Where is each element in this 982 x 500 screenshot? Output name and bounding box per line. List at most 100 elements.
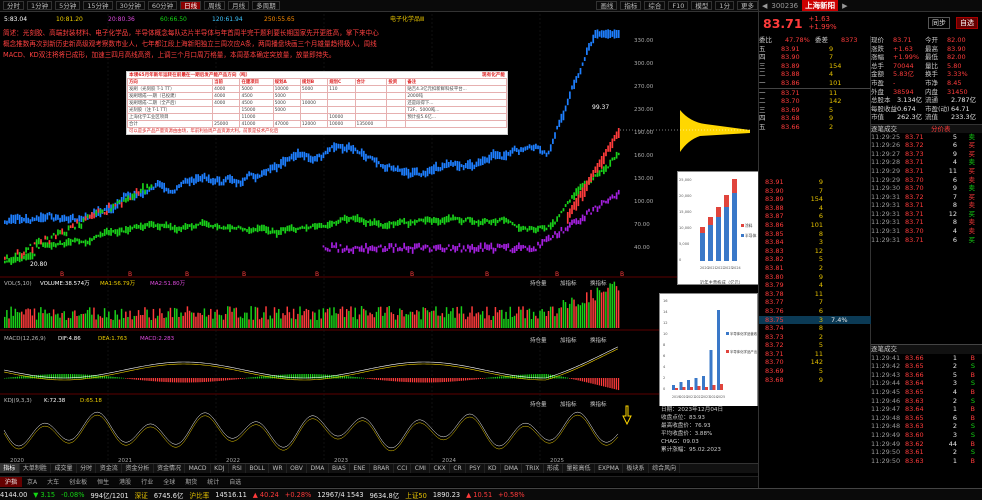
- ladder-row[interactable]: 83.70 142: [759, 358, 871, 367]
- indicator-tab[interactable]: RSI: [229, 464, 247, 473]
- indicator-tab[interactable]: CMI: [411, 464, 431, 473]
- buy-level[interactable]: 一 83.71 11: [759, 89, 870, 98]
- ladder-row[interactable]: 83.85 8: [759, 230, 871, 239]
- tool-button[interactable]: 指标: [620, 1, 642, 10]
- period-button[interactable]: 30分钟: [115, 1, 145, 10]
- ladder-row[interactable]: 83.71 11: [759, 350, 871, 359]
- sell-level[interactable]: 一 83.86 101: [759, 79, 870, 88]
- panel-button[interactable]: 加指标: [560, 400, 577, 408]
- indicator-tab[interactable]: 资金流: [96, 464, 123, 473]
- ticks-title[interactable]: 逐笔成交: [871, 125, 931, 133]
- ladder-row[interactable]: 83.91 9: [759, 178, 871, 187]
- market-tab[interactable]: 自选: [224, 477, 246, 487]
- tool-button[interactable]: F10: [668, 1, 689, 10]
- ladder-row[interactable]: 83.81 2: [759, 264, 871, 273]
- panel-button[interactable]: 持仓量: [530, 336, 547, 344]
- period-button[interactable]: 多周期: [252, 1, 280, 10]
- panel-button[interactable]: 加指标: [560, 336, 577, 344]
- indicator-tab[interactable]: DMA: [501, 464, 523, 473]
- ladder-row[interactable]: 83.86 101: [759, 221, 871, 230]
- ladder-row[interactable]: 83.69 5: [759, 367, 871, 376]
- buy-level[interactable]: 四 83.68 9: [759, 114, 870, 123]
- indicator-tab[interactable]: DMA: [307, 464, 329, 473]
- indicator-tab[interactable]: CCI: [394, 464, 412, 473]
- buy-level[interactable]: 三 83.69 5: [759, 106, 870, 115]
- market-tab[interactable]: 统计: [202, 477, 224, 487]
- indicator-tab[interactable]: 量能高低: [563, 464, 595, 473]
- indicator-tab[interactable]: 大单制胜: [20, 464, 52, 473]
- indicator-tab[interactable]: 资金情况: [154, 464, 186, 473]
- panel-button[interactable]: 持仓量: [530, 279, 547, 287]
- market-tab[interactable]: 期货: [180, 477, 202, 487]
- tool-button[interactable]: 更多: [737, 1, 758, 10]
- panel-button[interactable]: 换指标: [590, 279, 607, 287]
- indicator-tab[interactable]: 板块系: [623, 464, 649, 473]
- period-button[interactable]: 分时: [3, 1, 24, 10]
- watchlist-button[interactable]: 自选: [956, 17, 978, 29]
- market-tab[interactable]: 全球: [158, 477, 180, 487]
- sync-button[interactable]: 同步: [928, 17, 950, 29]
- ladder-row[interactable]: 83.88 4: [759, 204, 871, 213]
- indicator-tab[interactable]: 成交量: [51, 464, 77, 473]
- panel-button[interactable]: 加指标: [560, 279, 577, 287]
- ladder-row[interactable]: 83.74 8: [759, 324, 871, 333]
- sell-level[interactable]: 四 83.90 7: [759, 53, 870, 62]
- indicator-tab[interactable]: 分时: [77, 464, 97, 473]
- buy-level[interactable]: 二 83.70 142: [759, 97, 870, 106]
- ladder-row[interactable]: 83.77 7: [759, 298, 871, 307]
- market-tab[interactable]: 恒生: [92, 477, 114, 487]
- tool-button[interactable]: 1分: [715, 1, 734, 10]
- ladder-row[interactable]: 83.78 11: [759, 290, 871, 299]
- indicator-tab[interactable]: CKX: [430, 464, 451, 473]
- market-tab[interactable]: 大车: [42, 477, 64, 487]
- sell-level[interactable]: 五 83.91 9: [759, 45, 870, 54]
- period-button[interactable]: 15分钟: [83, 1, 113, 10]
- indicator-tab[interactable]: KDJ: [211, 464, 229, 473]
- ladder-row[interactable]: 83.72 5: [759, 341, 871, 350]
- forward-icon[interactable]: ▶: [842, 2, 847, 10]
- sell-level[interactable]: 二 83.88 4: [759, 70, 870, 79]
- period-button[interactable]: 月线: [228, 1, 250, 10]
- indicator-tab[interactable]: ENE: [350, 464, 370, 473]
- period-button[interactable]: 周线: [204, 1, 226, 10]
- ladder-row[interactable]: 83.82 5: [759, 255, 871, 264]
- ticks-title[interactable]: 逐笔成交: [871, 345, 931, 354]
- period-button[interactable]: 1分钟: [27, 1, 53, 10]
- market-tab[interactable]: 行业: [136, 477, 158, 487]
- indicator-tab[interactable]: 资金分析: [122, 464, 154, 473]
- back-icon[interactable]: ◀: [762, 2, 767, 10]
- indicator-tab[interactable]: BRAR: [370, 464, 394, 473]
- ladder-row[interactable]: 83.89 154: [759, 195, 871, 204]
- indicator-tab[interactable]: BIAS: [329, 464, 351, 473]
- market-tab[interactable]: 京A: [22, 477, 42, 487]
- tool-button[interactable]: 模型: [691, 1, 713, 10]
- buy-level[interactable]: 五 83.66 2: [759, 123, 870, 132]
- indicator-tab[interactable]: KD: [485, 464, 501, 473]
- ladder-row[interactable]: 83.83 12: [759, 247, 871, 256]
- ladder-row[interactable]: 83.76 6: [759, 307, 871, 316]
- indicator-tab[interactable]: 综合风向: [649, 464, 681, 473]
- ladder-row[interactable]: 83.79 4: [759, 281, 871, 290]
- period-button[interactable]: 日线: [180, 1, 202, 10]
- indicator-tab[interactable]: OBV: [287, 464, 308, 473]
- indicator-tab[interactable]: CR: [450, 464, 466, 473]
- market-tab[interactable]: 创业板: [64, 477, 92, 487]
- indicator-tab[interactable]: 指标: [0, 464, 20, 473]
- ticks-title2[interactable]: 分价表: [931, 125, 951, 133]
- market-tab[interactable]: 沪指: [0, 477, 23, 487]
- indicator-tab[interactable]: PSY: [466, 464, 485, 473]
- ladder-row[interactable]: 83.75 3 7.4%: [759, 315, 871, 325]
- tool-button[interactable]: 画线: [596, 1, 618, 10]
- indicator-tab[interactable]: WR: [269, 464, 287, 473]
- period-button[interactable]: 60分钟: [147, 1, 178, 10]
- panel-button[interactable]: 换指标: [590, 400, 607, 408]
- period-button[interactable]: 5分钟: [55, 1, 81, 10]
- market-tab[interactable]: 港股: [114, 477, 136, 487]
- ladder-row[interactable]: 83.84 3: [759, 238, 871, 247]
- indicator-tab[interactable]: EXPMA: [595, 464, 624, 473]
- panel-button[interactable]: 持仓量: [530, 400, 547, 408]
- ladder-row[interactable]: 83.90 7: [759, 187, 871, 196]
- tool-button[interactable]: 综合: [644, 1, 666, 10]
- panel-button[interactable]: 换指标: [590, 336, 607, 344]
- sell-level[interactable]: 三 83.89 154: [759, 62, 870, 71]
